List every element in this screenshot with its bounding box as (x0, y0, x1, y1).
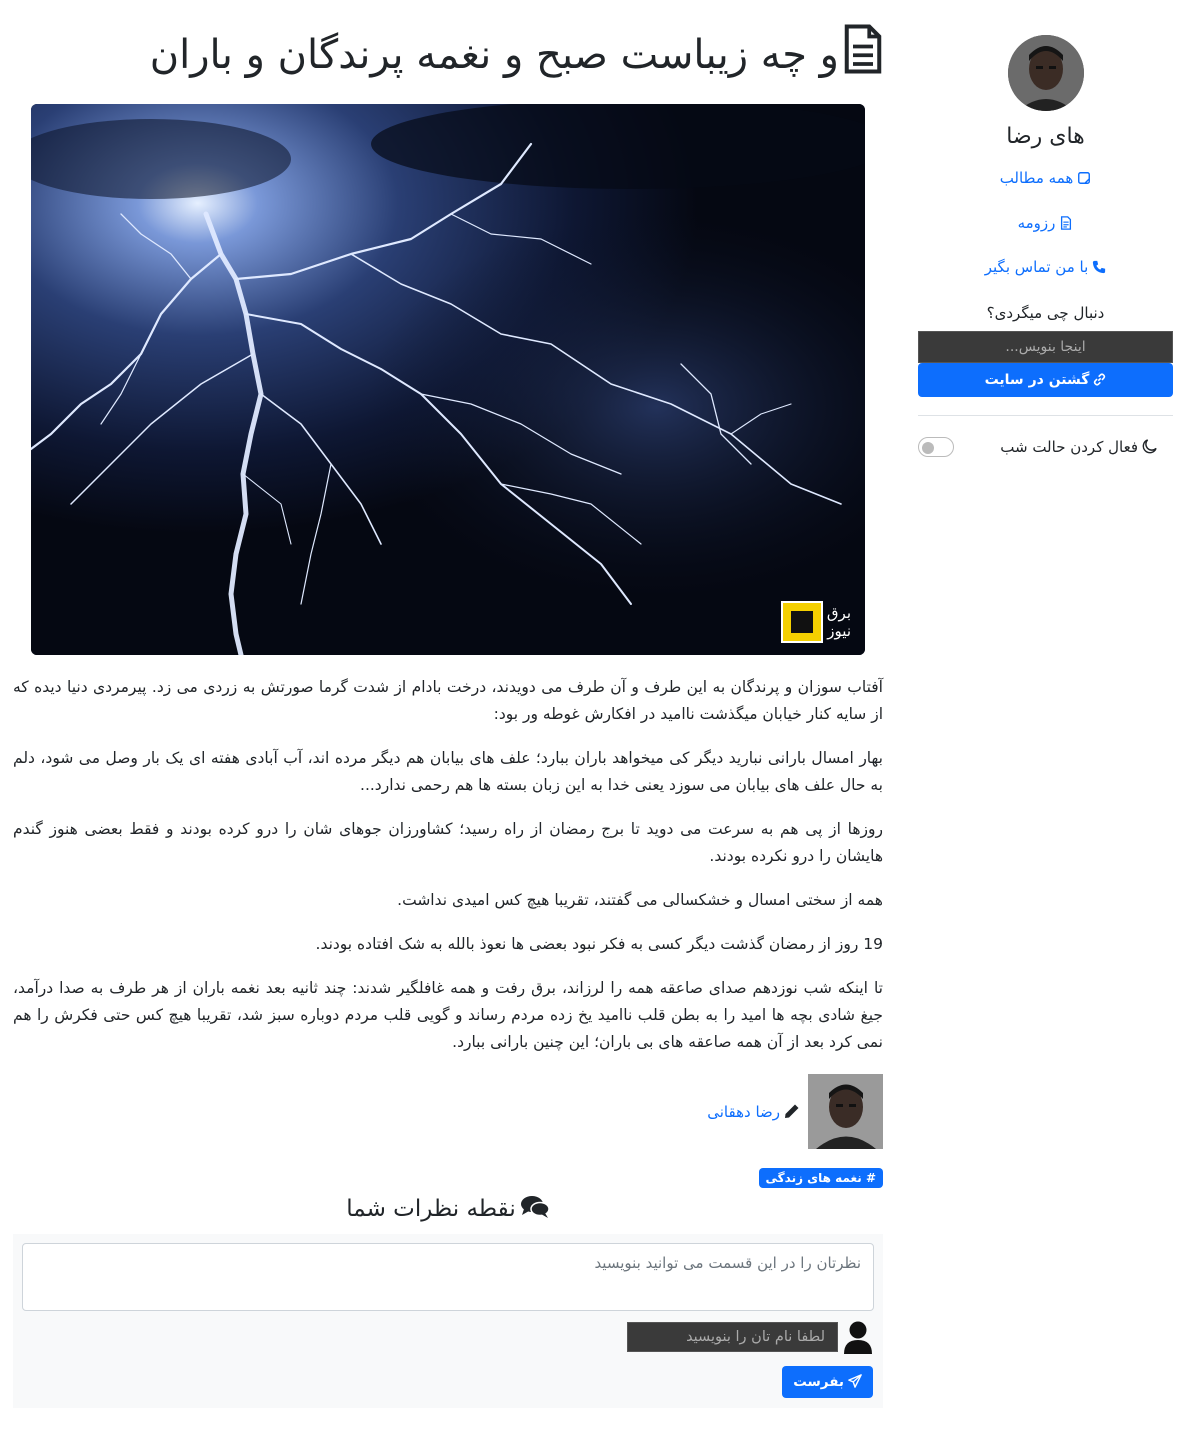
news-logo-line-2: نیوز (827, 622, 851, 640)
phone-icon (1093, 260, 1106, 274)
bookmark-icon (1078, 172, 1091, 184)
document-icon (1061, 216, 1072, 230)
dark-mode-row: فعال کردن حالت شب (918, 435, 1173, 459)
comment-textarea[interactable] (22, 1243, 874, 1311)
sidebar: های رضا همه مطالب رزومه با من تماس بگیر … (918, 0, 1173, 459)
search-button[interactable]: گشتن در سایت (918, 363, 1173, 397)
post-image-lightning: برق نیوز (31, 104, 865, 655)
avatar-photo (1007, 35, 1084, 111)
news-logo-text: برق نیوز (827, 604, 851, 640)
link-icon (1094, 373, 1106, 386)
post-title-text: و چه زیباست صبح و نغمه پرندگان و باران (149, 32, 839, 78)
moon-icon (1142, 439, 1157, 454)
send-icon (848, 1374, 862, 1388)
post-paragraph: تا اینکه شب نوزدهم صدای صاعقه همه را لرز… (13, 979, 883, 1051)
post-paragraph: آفتاب سوزان و پرندگان به این طرف و آن طر… (13, 678, 883, 723)
author-portrait (808, 1074, 883, 1149)
comment-form: بفرست (13, 1234, 883, 1408)
search-label: دنبال چی میگردی؟ (986, 304, 1105, 322)
author-photo (808, 1074, 883, 1149)
post-paragraph: همه از سختی امسال و خشکسالی می گفتند، تق… (397, 891, 883, 909)
news-logo-mark (780, 601, 823, 643)
dark-mode-label: فعال کردن حالت شب (1000, 438, 1138, 456)
post-title: و چه زیباست صبح و نغمه پرندگان و باران (150, 24, 883, 85)
news-logo-line-1: برق (826, 604, 851, 622)
author-block: رضا دهقانی (707, 1074, 883, 1149)
file-text-icon (844, 24, 882, 74)
news-logo: برق نیوز (780, 601, 851, 643)
post-body: آفتاب سوزان و پرندگان به این طرف و آن طر… (13, 674, 883, 1073)
post-paragraph: 19 روز از رمضان گذشت دیگر کسی به فکر نبو… (315, 935, 883, 953)
author-name: رضا دهقانی (707, 1102, 780, 1121)
post-paragraph: بهار امسال بارانی نبارید دیگر کی میخواهد… (13, 749, 883, 794)
nav-contact-label: با من تماس بگیر (984, 258, 1089, 276)
nav-resume-label: رزومه (1017, 214, 1056, 232)
post-paragraph: روزها از پی هم به سرعت می دوید تا برج رم… (13, 820, 883, 865)
author-link[interactable]: رضا دهقانی (707, 1103, 800, 1121)
comment-name-input[interactable] (627, 1322, 838, 1352)
nav-resume[interactable]: رزومه (918, 212, 1173, 234)
tag-badge[interactable]: # نغمه های زندگی (758, 1168, 883, 1188)
nav-all-posts[interactable]: همه مطالب (918, 167, 1173, 189)
dark-mode-toggle[interactable] (918, 437, 954, 457)
user-icon (844, 1321, 872, 1354)
comments-icon (520, 1196, 550, 1218)
send-button-label: بفرست (793, 1374, 844, 1390)
comments-heading: نقطه نظرات شما (13, 1190, 883, 1228)
nav-all-posts-label: همه مطالب (999, 169, 1074, 187)
avatar (1007, 35, 1084, 111)
search-button-label: گشتن در سایت (984, 372, 1090, 388)
site-name: های رضا (1006, 124, 1085, 149)
send-button[interactable]: بفرست (782, 1366, 873, 1398)
nav-contact[interactable]: با من تماس بگیر (918, 256, 1173, 278)
pencil-icon (785, 1104, 799, 1118)
toggle-knob (922, 442, 934, 454)
comments-title: نقطه نظرات شما (346, 1196, 516, 1222)
dark-mode-label-wrap: فعال کردن حالت شب (1000, 438, 1157, 456)
lightning-illustration (31, 104, 865, 655)
sidebar-divider (918, 415, 1173, 416)
search-input[interactable] (918, 331, 1173, 363)
